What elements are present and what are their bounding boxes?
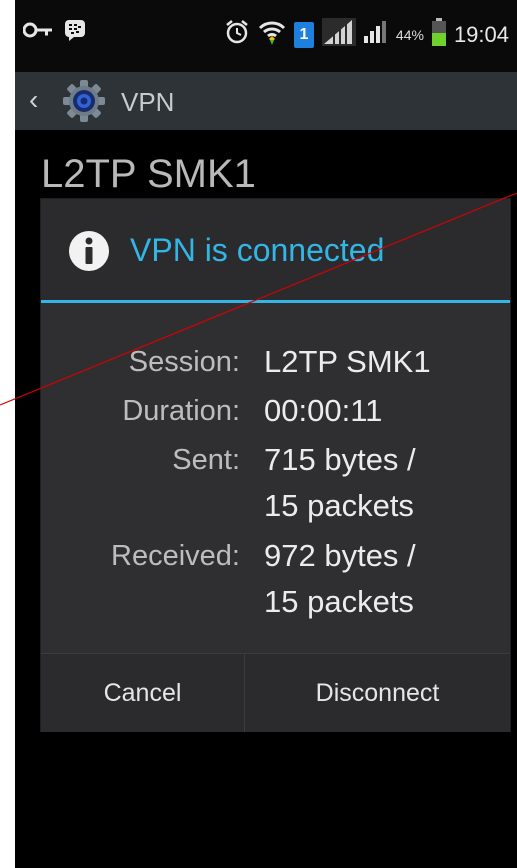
battery-percent: 44% xyxy=(395,26,424,43)
gear-icon[interactable] xyxy=(61,78,107,124)
wifi-icon xyxy=(258,18,286,51)
disconnect-button[interactable]: Disconnect xyxy=(245,654,510,732)
alarm-icon xyxy=(224,19,250,50)
sent-value-line-2: 15 packets xyxy=(264,488,414,523)
session-label: Session: xyxy=(128,346,240,378)
clock: 19:04 xyxy=(453,21,509,47)
action-bar: ‹ VPN xyxy=(15,72,517,130)
dialog-body: Session: L2TP SMK1 Duration: 00:00:11 Se… xyxy=(41,303,510,653)
info-icon xyxy=(68,230,110,272)
duration-value: 00:00:11 xyxy=(264,393,383,428)
sim-icon: 1 xyxy=(293,21,314,48)
vpn-key-icon xyxy=(22,20,53,45)
status-bar: 1 44% 19:04 xyxy=(15,0,517,72)
bbm-icon xyxy=(63,18,87,47)
page-title: L2TP SMK1 xyxy=(41,152,256,196)
cancel-button[interactable]: Cancel xyxy=(41,654,244,732)
received-label: Received: xyxy=(111,540,240,572)
battery-icon xyxy=(431,18,446,51)
session-value: L2TP SMK1 xyxy=(264,344,431,379)
received-value-line-2: 15 packets xyxy=(264,584,414,619)
sent-label: Sent: xyxy=(172,444,240,476)
signal-icon xyxy=(363,21,388,48)
dialog-header: VPN is connected xyxy=(41,199,510,302)
dialog-title: VPN is connected xyxy=(130,232,385,268)
sim-badge: 1 xyxy=(299,25,309,43)
vpn-status-dialog: VPN is connected Session: L2TP SMK1 Dura… xyxy=(41,199,510,732)
sent-value-line-1: 715 bytes / xyxy=(264,442,416,477)
action-bar-title: VPN xyxy=(121,87,175,117)
duration-label: Duration: xyxy=(122,395,240,427)
received-value-line-1: 972 bytes / xyxy=(264,538,416,573)
dialog-button-bar: Cancel Disconnect xyxy=(41,653,510,732)
chevron-left-icon[interactable]: ‹ xyxy=(29,82,38,118)
phone-screen: 1 44% 19:04 ‹ VPN L2TP SMK1 VPN is conne… xyxy=(15,0,517,868)
signal-icon xyxy=(321,18,356,51)
